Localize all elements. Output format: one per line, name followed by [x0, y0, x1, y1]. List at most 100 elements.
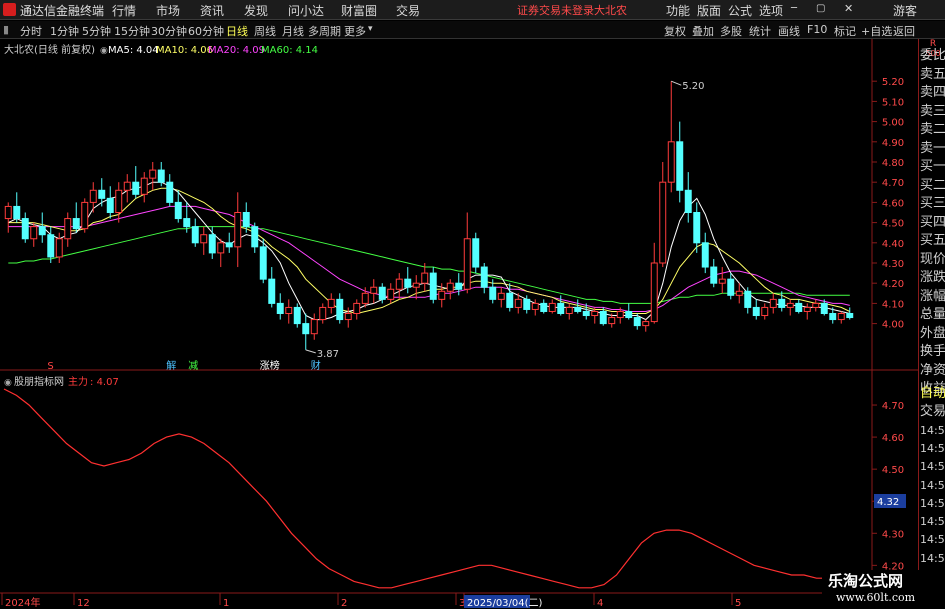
ma10-label: MA10: 4.06	[156, 45, 213, 56]
watermark: 乐淘公式网 www.60lt.com	[822, 570, 945, 609]
candle-body	[531, 302, 539, 310]
ma-toggle-icon[interactable]: ◉	[100, 46, 108, 56]
event-marker[interactable]: 减	[188, 360, 198, 372]
tool-mark[interactable]: 标记	[834, 23, 856, 39]
candle-body	[744, 290, 752, 308]
x-tick-label: 1	[223, 598, 229, 609]
candle-body	[557, 302, 565, 314]
menu-news[interactable]: 资讯	[200, 2, 224, 19]
candle-body	[684, 189, 692, 213]
candle-body	[837, 313, 845, 321]
candle-body	[200, 234, 208, 244]
menu-discover[interactable]: 发现	[244, 2, 268, 19]
close-button[interactable]: ✕	[844, 2, 853, 15]
period-tick[interactable]: 分时	[20, 23, 42, 39]
candle-body	[701, 242, 709, 268]
period-1min[interactable]: 1分钟	[50, 23, 79, 39]
candle-body	[98, 189, 106, 199]
x-tick-label: 2024年	[5, 596, 40, 609]
price-tick-label: 4.90	[882, 138, 904, 149]
candle-body	[642, 321, 650, 327]
candle-body	[123, 181, 131, 191]
candle-body	[846, 313, 854, 319]
period-30min[interactable]: 30分钟	[151, 23, 187, 39]
period-15min[interactable]: 15分钟	[114, 23, 150, 39]
candle-body	[293, 306, 301, 325]
candle-body	[446, 282, 454, 292]
ma20-label: MA20: 4.09	[208, 45, 265, 56]
menu-trade[interactable]: 交易	[396, 2, 420, 19]
candle-body	[693, 212, 701, 244]
tool-f10[interactable]: F10	[807, 23, 827, 36]
event-marker[interactable]: S	[47, 361, 53, 372]
candle-body	[234, 212, 242, 248]
chart-title: 大北农(日线 前复权)	[4, 43, 95, 56]
candle-body	[548, 302, 556, 312]
price-tick-label: 4.70	[882, 178, 904, 189]
candle-body	[268, 278, 276, 304]
period-daily[interactable]: 日线	[226, 23, 248, 39]
event-marker[interactable]: 解	[166, 359, 176, 372]
candle-body	[820, 302, 828, 314]
side-panel-item[interactable]: 自动	[920, 385, 945, 403]
restore-button[interactable]: ▢	[816, 3, 825, 14]
price-tick-label: 5.10	[882, 97, 904, 108]
menu-layout[interactable]: 版面	[697, 2, 721, 19]
menu-function[interactable]: 功能	[666, 2, 690, 19]
side-panel-item: 买五	[920, 233, 945, 248]
tool-multi-stock[interactable]: 多股	[720, 23, 742, 39]
ma60-label: MA60: 4.14	[261, 45, 318, 56]
period-weekly[interactable]: 周线	[254, 23, 276, 39]
low-label: 3.87	[317, 349, 339, 360]
period-more[interactable]: 更多	[344, 23, 366, 39]
menu-quotes[interactable]: 行情	[112, 2, 136, 19]
candle-body	[582, 310, 590, 317]
candle-body	[157, 169, 165, 183]
event-marker[interactable]: 财	[311, 359, 321, 372]
candle-body	[106, 197, 114, 214]
price-tick-label: 4.10	[882, 299, 904, 310]
candle-body	[183, 218, 191, 228]
indicator-value: : 4.07	[90, 377, 119, 388]
side-panel-item: 买四	[920, 214, 945, 230]
candle-body	[489, 286, 497, 300]
menu-market[interactable]: 市场	[156, 2, 180, 19]
menu-wealth-circle[interactable]: 财富圈	[341, 2, 377, 19]
indicator-toggle-icon[interactable]: ◉	[4, 378, 12, 388]
tool-overlay[interactable]: 叠加	[692, 23, 714, 39]
period-monthly[interactable]: 月线	[282, 23, 304, 39]
event-marker[interactable]: 涨榜	[260, 359, 280, 372]
candle-body	[72, 218, 80, 230]
menu-ask-xiaoda[interactable]: 问小达	[288, 2, 324, 19]
candle-body	[115, 189, 123, 213]
collapse-icon[interactable]: ▮	[3, 23, 9, 36]
tool-back[interactable]: 返回	[893, 23, 915, 39]
tool-statistics[interactable]: 统计	[749, 23, 771, 39]
indicator-current-value: 4.32	[877, 497, 899, 508]
period-multi[interactable]: 多周期	[308, 23, 341, 39]
candle-body	[761, 306, 769, 317]
minimize-button[interactable]: ─	[791, 3, 797, 14]
menu-formula[interactable]: 公式	[728, 2, 752, 19]
candle-body	[514, 298, 522, 308]
candle-body	[667, 141, 675, 183]
more-dropdown-icon[interactable]: ▾	[368, 24, 373, 34]
price-tick-label: 4.00	[882, 320, 904, 331]
menu-options[interactable]: 选项	[759, 2, 783, 19]
app-logo-icon	[3, 3, 16, 16]
period-60min[interactable]: 60分钟	[188, 23, 224, 39]
tool-add-watchlist[interactable]: +自选	[861, 23, 892, 39]
side-panel-item: 净资	[920, 362, 945, 378]
side-panel-item[interactable]: 交易	[920, 403, 945, 421]
period-5min[interactable]: 5分钟	[82, 23, 111, 39]
side-panel-item: 14:56	[920, 423, 945, 437]
tool-draw-line[interactable]: 画线	[778, 23, 800, 39]
chart-area[interactable]: 5.20 5.10 5.00 4.90 4.80 4.70 4.60 4.50 4.40 4.30…	[0, 39, 918, 609]
candle-body	[174, 201, 182, 220]
candle-body	[718, 278, 726, 284]
candle-body	[4, 205, 12, 220]
candle-body	[812, 302, 820, 308]
candle-body	[30, 226, 38, 240]
user-guest[interactable]: 游客	[893, 2, 917, 19]
tool-adjust[interactable]: 复权	[664, 23, 686, 39]
